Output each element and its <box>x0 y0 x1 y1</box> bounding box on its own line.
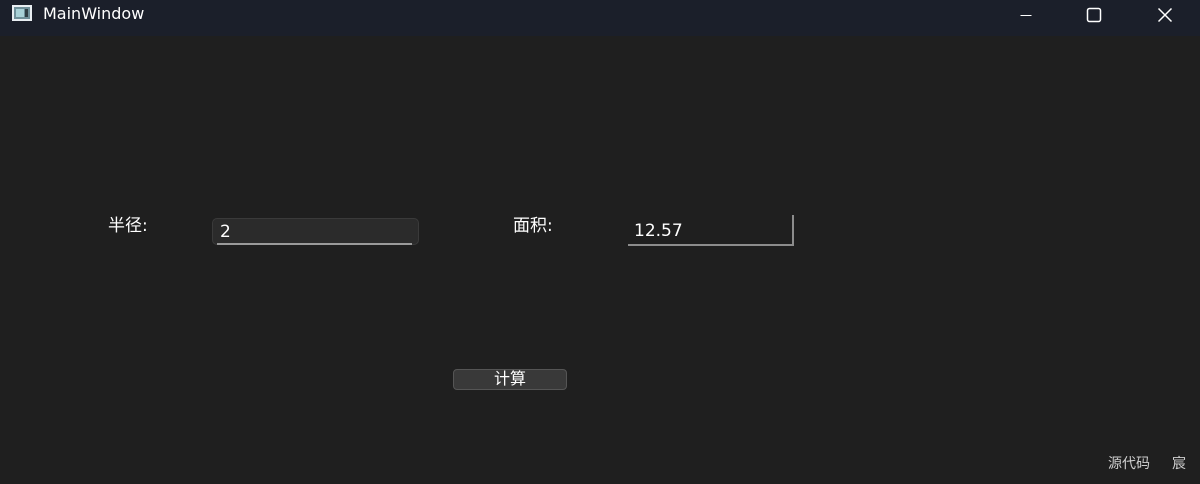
radius-input[interactable]: 2 <box>212 218 419 245</box>
maximize-button[interactable] <box>1071 0 1117 30</box>
radius-label: 半径: <box>108 216 148 236</box>
extra-text: 宸 <box>1172 456 1186 472</box>
source-code-text: 源代码 <box>1108 456 1150 472</box>
calculate-button[interactable]: 计算 <box>453 369 567 390</box>
close-button[interactable] <box>1142 0 1188 30</box>
radius-input-value: 2 <box>220 222 231 242</box>
app-window-icon <box>12 5 32 21</box>
area-label: 面积: <box>513 216 553 236</box>
maximize-icon <box>1086 7 1102 23</box>
minimize-icon <box>1020 15 1032 16</box>
main-window: MainWindow 半径: 2 面积: 12.57 计算 源代码 宸 <box>0 0 1200 484</box>
radius-input-underline <box>217 243 412 245</box>
area-output-value: 12.57 <box>634 221 683 241</box>
window-title: MainWindow <box>43 4 145 23</box>
area-output: 12.57 <box>628 215 794 246</box>
title-bar: MainWindow <box>0 0 1200 36</box>
close-icon <box>1157 7 1173 23</box>
minimize-button[interactable] <box>1003 0 1049 30</box>
